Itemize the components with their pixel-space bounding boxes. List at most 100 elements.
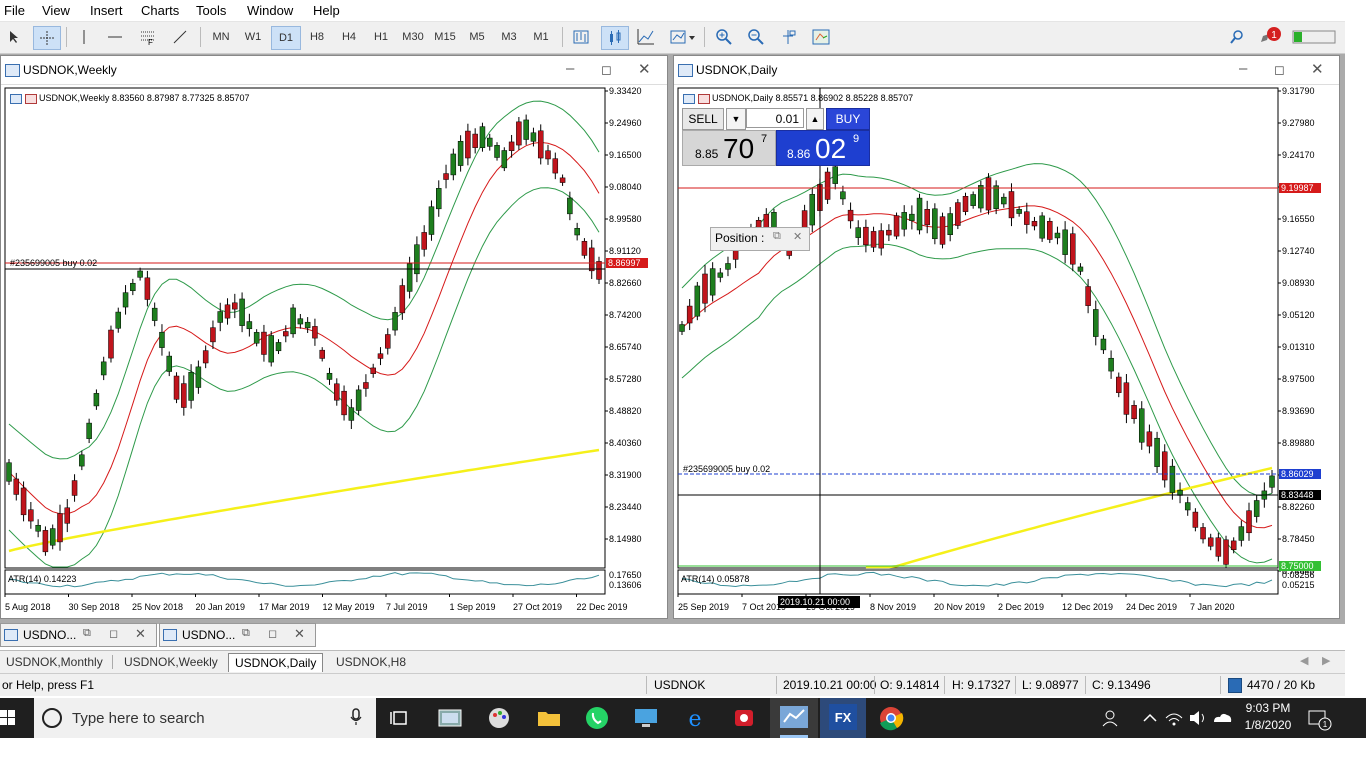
chart-tabs-bar: USDNOK,Monthly USDNOK,Weekly USDNOK,Dail…: [0, 650, 1345, 673]
maximize-button[interactable]: ◻: [1274, 62, 1285, 78]
whatsapp-icon[interactable]: [583, 704, 611, 732]
crosshair-price-label: 8.83448: [1281, 490, 1314, 500]
task-view-icon[interactable]: [386, 704, 414, 732]
maximize-icon[interactable]: ◻: [109, 627, 118, 640]
lot-decrease-button[interactable]: ▼: [726, 108, 746, 130]
fx-choice-icon[interactable]: FX: [820, 698, 866, 738]
zoom-in-icon[interactable]: [712, 26, 736, 48]
folder-icon[interactable]: [535, 704, 563, 732]
chrome-icon[interactable]: [877, 704, 905, 732]
tile-windows-icon[interactable]: [776, 26, 800, 48]
bear-candle: [686, 305, 693, 324]
tab-usdnok-monthly[interactable]: USDNOK,Monthly: [0, 653, 109, 671]
notifications-icon[interactable]: 1: [1256, 26, 1284, 48]
paint-icon[interactable]: [485, 704, 513, 732]
buy-button[interactable]: BUY: [826, 108, 870, 130]
bull-candle: [1169, 465, 1176, 493]
timeframe-mn[interactable]: MN: [208, 26, 234, 48]
menu-tools[interactable]: Tools: [196, 3, 226, 18]
taskbar-search-box[interactable]: Type here to search: [34, 698, 376, 738]
timeframe-h4[interactable]: H4: [336, 26, 362, 48]
vertical-line-icon[interactable]: [74, 26, 94, 48]
trendline-icon[interactable]: [170, 26, 190, 48]
bar-chart-icon[interactable]: [570, 26, 592, 48]
bull-candle: [86, 422, 92, 439]
maximize-button[interactable]: ◻: [601, 62, 612, 78]
restore-icon[interactable]: ⧉: [773, 230, 781, 243]
menu-window[interactable]: Window: [247, 3, 293, 18]
tab-usdnok-weekly[interactable]: USDNOK,Weekly: [118, 653, 224, 671]
file-manager-icon[interactable]: [436, 704, 464, 732]
minimize-button[interactable]: –: [566, 60, 574, 77]
date-axis-label: 24 Dec 2019: [1126, 602, 1177, 612]
remote-desktop-icon[interactable]: [632, 704, 660, 732]
timeframe-m1[interactable]: M1: [528, 26, 554, 48]
weekly-price-chart[interactable]: 9.33420 9.24960 9.16500 9.08040 8.99580 8.911…: [1, 85, 667, 618]
cursor-icon[interactable]: [4, 26, 24, 48]
close-icon[interactable]: ✕: [793, 230, 802, 243]
crosshair-icon[interactable]: [33, 26, 61, 50]
position-panel[interactable]: Position : ⧉ ✕: [710, 227, 810, 251]
tab-usdnok-daily[interactable]: USDNOK,Daily: [228, 653, 324, 672]
app-red-icon[interactable]: [730, 704, 758, 732]
menu-charts[interactable]: Charts: [141, 3, 179, 18]
internet-explorer-icon[interactable]: e: [681, 704, 709, 732]
minimize-button[interactable]: –: [1239, 60, 1247, 77]
chart-window-titlebar[interactable]: USDNOK,Weekly – ◻ ✕: [1, 56, 667, 85]
order-label[interactable]: #235699005 buy 0.02: [683, 464, 770, 474]
bull-candle: [486, 137, 493, 147]
fibonacci-icon[interactable]: F: [138, 26, 158, 48]
menu-file[interactable]: File: [4, 3, 25, 18]
horizontal-line-icon[interactable]: [105, 26, 125, 48]
connection-icon[interactable]: [1228, 678, 1242, 693]
sell-price-box[interactable]: 8.85 70 7: [682, 130, 776, 166]
menu-insert[interactable]: Insert: [90, 3, 123, 18]
menu-view[interactable]: View: [42, 3, 70, 18]
timeframe-h1[interactable]: H1: [368, 26, 394, 48]
taskbar-metatrader-active[interactable]: [770, 698, 818, 738]
lot-increase-button[interactable]: ▲: [806, 108, 824, 130]
close-icon[interactable]: ✕: [294, 626, 305, 642]
people-icon[interactable]: [1098, 704, 1126, 732]
minimized-window-2[interactable]: USDNO... ⧉ ◻ ✕: [159, 623, 316, 647]
timeframe-m3[interactable]: M3: [496, 26, 522, 48]
bull-candle: [166, 355, 172, 372]
close-button[interactable]: ✕: [1311, 60, 1324, 78]
sell-button[interactable]: SELL: [682, 108, 724, 130]
windows-start-icon[interactable]: [0, 698, 34, 738]
microphone-icon[interactable]: [350, 708, 362, 729]
candlestick-chart-icon[interactable]: [601, 26, 629, 50]
timeframe-d1[interactable]: D1: [271, 26, 301, 50]
timeframe-m30[interactable]: M30: [399, 26, 427, 48]
bear-candle: [886, 229, 892, 236]
chart-shift-icon[interactable]: [808, 26, 834, 48]
bear-candle: [28, 509, 34, 522]
chart-window-titlebar[interactable]: USDNOK,Daily – ◻ ✕: [674, 56, 1339, 85]
zoom-out-icon[interactable]: [744, 26, 768, 48]
timeframe-m5[interactable]: M5: [464, 26, 490, 48]
lot-size-input[interactable]: 0.01: [746, 108, 804, 128]
minimized-window-1[interactable]: USDNO... ⧉ ◻ ✕: [0, 623, 157, 647]
price-axis-label: 8.14980: [609, 534, 642, 544]
action-center-icon[interactable]: 1: [1304, 704, 1332, 732]
restore-icon[interactable]: ⧉: [242, 627, 250, 640]
maximize-icon[interactable]: ◻: [268, 627, 277, 640]
tab-usdnok-h8[interactable]: USDNOK,H8: [330, 653, 412, 671]
menu-help[interactable]: Help: [313, 3, 340, 18]
order-label[interactable]: #235699005 buy 0.02: [10, 258, 97, 268]
buy-price-box[interactable]: 8.86 02 9: [776, 130, 870, 166]
timeframe-w1[interactable]: W1: [240, 26, 266, 48]
chart-type-icon: [10, 93, 22, 104]
search-icon[interactable]: [1226, 26, 1248, 48]
tab-scroll-left-icon[interactable]: ◀: [1300, 654, 1308, 667]
timeframe-m15[interactable]: M15: [431, 26, 459, 48]
template-icon[interactable]: [666, 26, 698, 48]
close-button[interactable]: ✕: [638, 60, 651, 78]
tab-scroll-right-icon[interactable]: ▶: [1322, 654, 1330, 667]
onedrive-icon[interactable]: [1208, 704, 1236, 732]
restore-icon[interactable]: ⧉: [83, 627, 91, 640]
line-chart-icon[interactable]: [634, 26, 658, 48]
clock[interactable]: 9:03 PM 1/8/2020: [1240, 701, 1296, 732]
timeframe-h8[interactable]: H8: [304, 26, 330, 48]
close-icon[interactable]: ✕: [135, 626, 146, 642]
